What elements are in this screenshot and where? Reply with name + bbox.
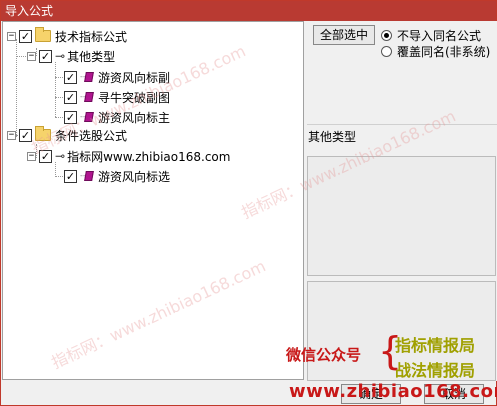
key-icon: ⊸: [55, 49, 66, 63]
formula-icon: --: [80, 111, 94, 123]
tree-node-label: 指标网www.zhibiao168.com: [67, 149, 231, 164]
checkbox[interactable]: ✓: [64, 110, 77, 124]
tree-node-label: 游资风向标副: [98, 70, 171, 85]
formula-type-label: 其他类型: [308, 130, 357, 144]
checkbox[interactable]: ✓: [64, 90, 77, 104]
tree-node-zhibiao-site[interactable]: − ✓ ⊸ 指标网www.zhibiao168.com: [27, 147, 230, 165]
checkbox[interactable]: ✓: [39, 149, 52, 163]
radio-selected-icon[interactable]: [381, 29, 392, 41]
promo-line-2: 战法情报局: [395, 361, 476, 380]
tree-node-formula[interactable]: ✓ -- 游资风向标选: [64, 167, 170, 185]
tree-node-tech-indicators[interactable]: − ✓ 技术指标公式: [7, 27, 127, 45]
select-all-button[interactable]: 全部选中: [313, 25, 375, 45]
promo-line-1: 指标情报局: [395, 336, 476, 355]
folder-icon: [35, 126, 51, 141]
promo-url: www.zhibiao168.com: [289, 381, 497, 402]
checkbox[interactable]: ✓: [64, 169, 77, 183]
radio-no-import[interactable]: 不导入同名公式: [381, 27, 481, 43]
collapse-toggle[interactable]: −: [27, 151, 36, 161]
collapse-toggle[interactable]: −: [7, 130, 16, 140]
checkbox[interactable]: ✓: [19, 128, 32, 142]
tree-node-label: 游资风向标主: [98, 110, 171, 125]
dialog-title: 导入公式: [1, 1, 496, 21]
tree-node-label: 寻牛突破副图: [98, 90, 171, 105]
radio-label: 覆盖同名(非系统): [397, 44, 491, 59]
tree-node-label: 技术指标公式: [55, 29, 128, 44]
formula-icon: --: [80, 91, 94, 103]
collapse-toggle[interactable]: −: [27, 51, 36, 61]
tree-node-formula[interactable]: ✓ -- 游资风向标副: [64, 68, 170, 86]
radio-label: 不导入同名公式: [397, 28, 482, 43]
divider: [307, 124, 497, 125]
tree-node-stock-screening[interactable]: − ✓ 条件选股公式: [7, 126, 127, 144]
import-formula-dialog: 导入公式 − ✓ 技术指标公式 − ✓ ⊸ 其他类型 ✓ -- 游资风向标副 ✓…: [0, 0, 497, 406]
checkbox[interactable]: ✓: [64, 70, 77, 84]
tree-line: [55, 62, 56, 117]
radio-unselected-icon[interactable]: [381, 45, 392, 57]
tree-node-formula[interactable]: ✓ -- 游资风向标主: [64, 108, 170, 126]
radio-overwrite[interactable]: 覆盖同名(非系统): [381, 43, 490, 59]
key-icon: ⊸: [55, 149, 66, 163]
collapse-toggle[interactable]: −: [7, 31, 16, 41]
promo-wechat-label: 微信公众号: [286, 346, 362, 364]
formula-description-box: [307, 156, 496, 276]
checkbox[interactable]: ✓: [39, 49, 52, 63]
tree-node-label: 条件选股公式: [55, 128, 128, 143]
folder-icon: [35, 27, 51, 42]
tree-node-formula[interactable]: ✓ -- 寻牛突破副图: [64, 88, 170, 106]
tree-node-other-types[interactable]: − ✓ ⊸ 其他类型: [27, 47, 115, 65]
tree-node-label: 其他类型: [67, 49, 116, 64]
checkbox[interactable]: ✓: [19, 29, 32, 43]
tree-node-label: 游资风向标选: [98, 169, 171, 184]
formula-tree[interactable]: − ✓ 技术指标公式 − ✓ ⊸ 其他类型 ✓ -- 游资风向标副 ✓ -- 寻…: [2, 21, 304, 380]
formula-icon: --: [80, 170, 94, 182]
formula-icon: --: [80, 71, 94, 83]
tree-line: [16, 39, 17, 137]
